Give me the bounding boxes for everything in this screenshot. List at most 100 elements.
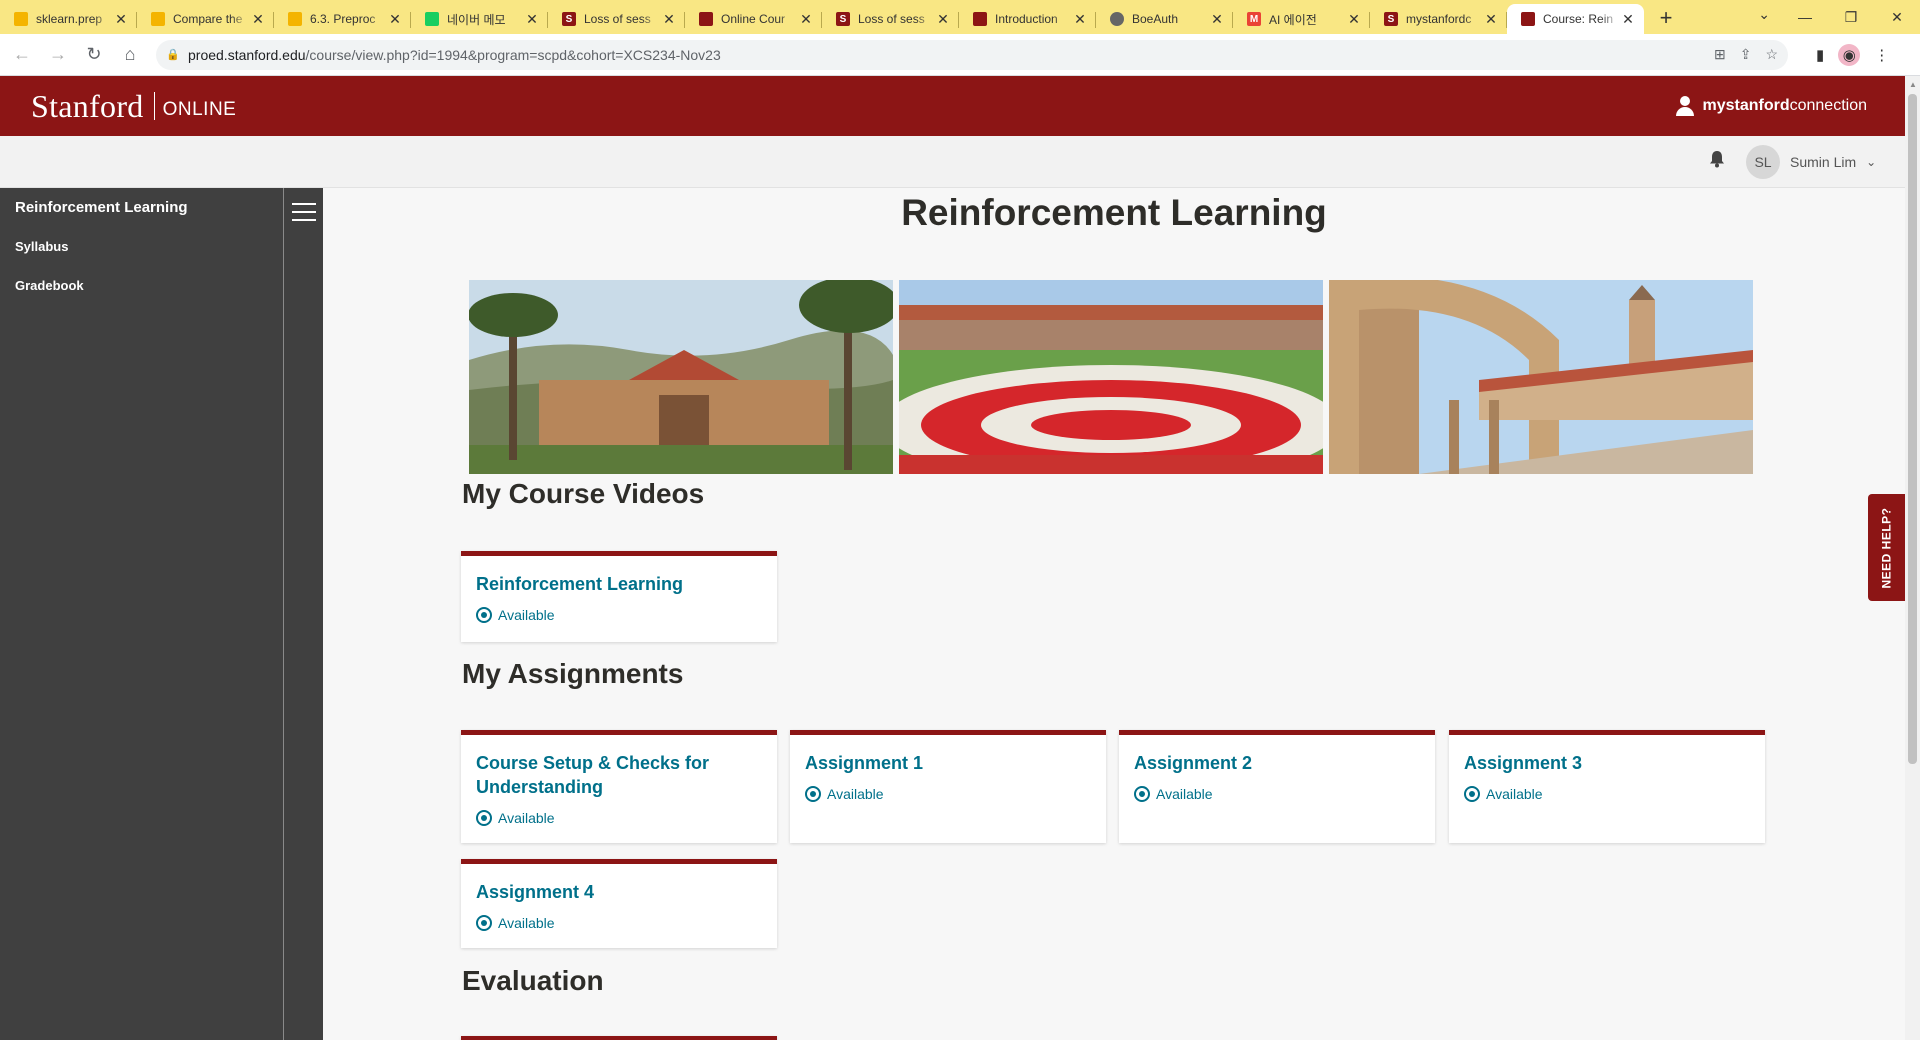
close-icon[interactable]: ✕ [1620, 11, 1636, 28]
close-icon[interactable]: ✕ [1072, 11, 1088, 28]
tab-title: Course: Rein [1543, 12, 1614, 26]
close-icon[interactable]: ✕ [1483, 11, 1499, 28]
browser-tab[interactable]: BoeAuth ✕ [1096, 4, 1233, 34]
evaluation-card[interactable] [461, 1036, 777, 1040]
lock-icon[interactable]: 🔒 [166, 48, 180, 61]
status-badge: Available [805, 786, 884, 802]
available-icon [476, 915, 492, 931]
browser-tab[interactable]: M AI 에이전 ✕ [1233, 4, 1370, 34]
logo-stanford: Stanford [31, 87, 144, 124]
home-icon[interactable]: ⌂ [116, 41, 144, 69]
favicon [699, 12, 713, 26]
available-icon [805, 786, 821, 802]
sidebar-item-gradebook[interactable]: Gradebook [15, 278, 84, 293]
hamburger-menu-icon[interactable] [292, 203, 316, 221]
favicon [151, 12, 165, 26]
conn-bold: mystanford [1702, 97, 1790, 114]
course-sidebar: Reinforcement Learning Syllabus Gradeboo… [0, 188, 323, 1040]
browser-tab[interactable]: 6.3. Preproc ✕ [274, 4, 411, 34]
conn-rest: connection [1789, 97, 1867, 114]
bell-icon[interactable] [1709, 150, 1729, 172]
bookmark-star-icon[interactable]: ☆ [1765, 46, 1778, 63]
card-title[interactable]: Assignment 1 [805, 751, 1096, 775]
browser-tab[interactable]: Smystanfordc ✕ [1370, 4, 1507, 34]
user-menu[interactable]: SL Sumin Lim ⌄ [1746, 145, 1876, 179]
close-icon[interactable]: ✕ [1209, 11, 1225, 28]
url-host: proed.stanford.edu [188, 46, 306, 63]
available-icon [476, 607, 492, 623]
close-icon[interactable]: ✕ [524, 11, 540, 28]
browser-tab[interactable]: S Loss of sess ✕ [548, 4, 685, 34]
close-icon[interactable]: ✕ [798, 11, 814, 28]
window-close-icon[interactable]: ✕ [1874, 0, 1920, 34]
scrollbar-thumb[interactable] [1908, 94, 1917, 764]
favicon [1521, 12, 1535, 26]
card-title[interactable]: Course Setup & Checks for Understanding [476, 751, 767, 799]
browser-tab[interactable]: Online Cour ✕ [685, 4, 822, 34]
assignment-card[interactable]: Assignment 3 Available [1449, 730, 1765, 843]
assignment-card[interactable]: Assignment 1 Available [790, 730, 1106, 843]
reload-icon[interactable]: ↻ [80, 41, 108, 69]
back-icon[interactable]: ← [8, 41, 36, 69]
browser-tab[interactable]: S Loss of sess ✕ [822, 4, 959, 34]
need-help-button[interactable]: NEED HELP? [1868, 494, 1905, 601]
favicon: S [1384, 12, 1398, 26]
card-title[interactable]: Assignment 2 [1134, 751, 1425, 775]
share-icon[interactable]: ⇪ [1740, 46, 1752, 63]
scroll-up-icon[interactable]: ▲ [1909, 80, 1917, 89]
forward-icon[interactable]: → [44, 41, 72, 69]
menu-kebab-icon[interactable]: ⋮ [1874, 46, 1889, 64]
status-badge: Available [476, 607, 555, 623]
tab-search-icon[interactable]: ⌄ [1758, 6, 1770, 23]
minimize-icon[interactable]: — [1782, 0, 1828, 34]
close-icon[interactable]: ✕ [250, 11, 266, 28]
assignment-card[interactable]: Assignment 2 Available [1119, 730, 1435, 843]
favicon [288, 12, 302, 26]
card-title[interactable]: Assignment 3 [1464, 751, 1755, 775]
site-header: Stanford ONLINE mystanford connection [0, 76, 1905, 136]
browser-tab[interactable]: sklearn.prep ✕ [0, 4, 137, 34]
profile-avatar-icon[interactable]: ◉ [1838, 43, 1861, 66]
address-bar[interactable]: 🔒 proed.stanford.edu/course/view.php?id=… [156, 39, 1788, 70]
close-icon[interactable]: ✕ [387, 11, 403, 28]
side-panel-icon[interactable]: ▮ [1816, 46, 1824, 64]
tab-title: AI 에이전 [1269, 12, 1317, 27]
close-icon[interactable]: ✕ [113, 11, 129, 28]
main-content: Reinforcement Learning My Course Videos … [323, 188, 1905, 1040]
tab-title: Introduction [995, 12, 1058, 26]
browser-tab[interactable]: Compare the ✕ [137, 4, 274, 34]
chevron-down-icon: ⌄ [1866, 155, 1877, 169]
browser-tab[interactable]: 네이버 메모 ✕ [411, 4, 548, 34]
card-title[interactable]: Assignment 4 [476, 880, 767, 904]
browser-tab-active[interactable]: Course: Rein ✕ [1507, 4, 1644, 34]
status-text: Available [1156, 786, 1213, 802]
status-text: Available [498, 810, 555, 826]
video-card[interactable]: Reinforcement Learning Available [461, 551, 777, 642]
card-title[interactable]: Reinforcement Learning [476, 572, 767, 596]
favicon [1110, 12, 1124, 26]
tab-title: 네이버 메모 [447, 12, 506, 27]
restore-icon[interactable]: ❐ [1828, 0, 1874, 34]
translate-icon[interactable]: ⊞ [1714, 46, 1726, 63]
browser-tab[interactable]: Introduction ✕ [959, 4, 1096, 34]
status-text: Available [827, 786, 884, 802]
sidebar-item-syllabus[interactable]: Syllabus [15, 239, 68, 254]
page-scrollbar[interactable]: ▲ [1905, 76, 1920, 1040]
close-icon[interactable]: ✕ [1346, 11, 1362, 28]
available-icon [1464, 786, 1480, 802]
assignment-card[interactable]: Course Setup & Checks for Understanding … [461, 730, 777, 843]
user-name: Sumin Lim [1790, 154, 1857, 170]
sidebar-course-title[interactable]: Reinforcement Learning [15, 199, 188, 216]
tab-title: sklearn.prep [36, 12, 103, 26]
tab-title: Loss of sess [858, 12, 925, 26]
status-badge: Available [1464, 786, 1543, 802]
tab-title: BoeAuth [1132, 12, 1179, 26]
close-icon[interactable]: ✕ [661, 11, 677, 28]
assignment-card[interactable]: Assignment 4 Available [461, 859, 777, 948]
page-title: Reinforcement Learning [901, 192, 1327, 233]
tab-title: 6.3. Preproc [310, 12, 376, 26]
new-tab-button[interactable]: + [1652, 4, 1680, 32]
close-icon[interactable]: ✕ [935, 11, 951, 28]
mystanfordconnection-link[interactable]: mystanford connection [1676, 76, 1867, 136]
stanford-online-logo[interactable]: Stanford ONLINE [31, 88, 236, 125]
